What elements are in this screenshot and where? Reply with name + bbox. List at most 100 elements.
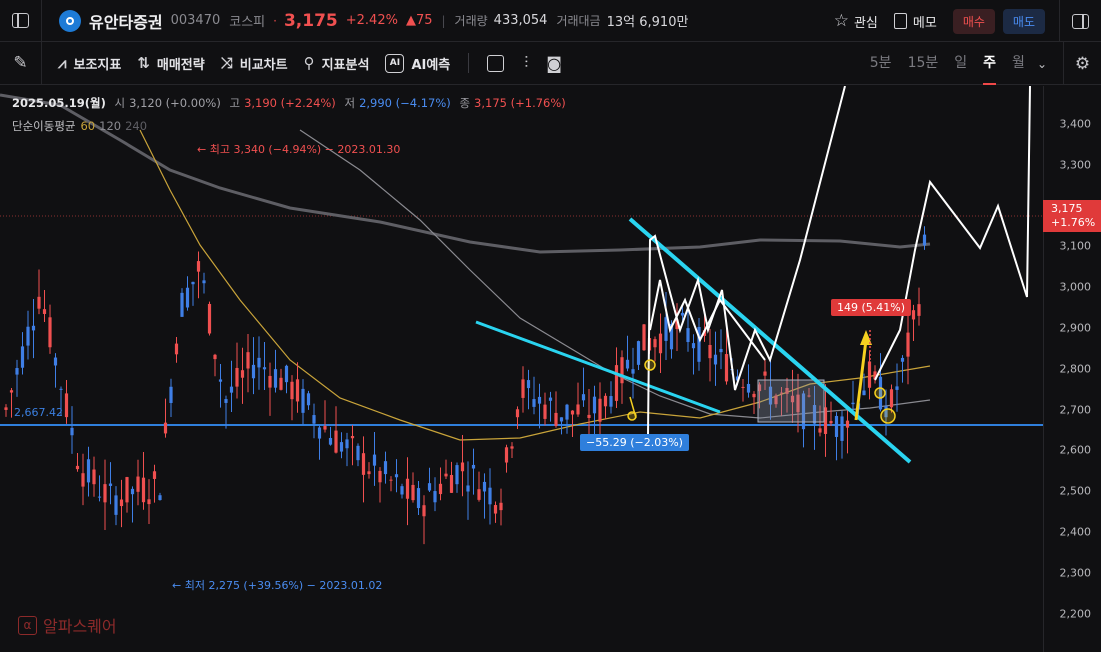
candle-body (229, 386, 234, 393)
candle-body (383, 461, 388, 475)
indicator-button[interactable]: ⩘ 보조지표 (58, 54, 121, 73)
ai-predict-button[interactable]: AI AI예측 (385, 53, 450, 73)
all-time-low-label: ← 최저 2,275 (+39.56%) − 2023.01.02 (172, 579, 383, 592)
low-label: 저 (344, 96, 356, 110)
chevron-down-icon[interactable]: ⌄ (1037, 57, 1047, 71)
candle-body (851, 402, 855, 405)
camera-icon[interactable]: ◙ (546, 54, 562, 73)
candle-body (350, 435, 355, 439)
candle-body (515, 409, 520, 418)
candle-body (389, 479, 393, 481)
candle-body (191, 281, 195, 285)
marker-circle (880, 408, 896, 424)
drawing-tool-button[interactable]: ✎ (0, 41, 42, 85)
candle-body (477, 489, 481, 500)
change-amount: ▲75 (405, 13, 433, 28)
candle-body (108, 483, 113, 486)
ma-legend[interactable]: 단순이동평균 60 120 240 (12, 118, 147, 134)
indicator-label: 보조지표 (73, 57, 122, 73)
watchlist-label: 관심 (853, 15, 878, 31)
strategy-button[interactable]: ⇅ 매매전략 (137, 54, 204, 73)
high-label: 고 (229, 96, 241, 110)
market-label: 코스피 (229, 15, 266, 30)
tab-15min[interactable]: 15분 (908, 42, 939, 85)
candle-body (273, 369, 278, 388)
tab-day[interactable]: 일 (954, 42, 967, 85)
settings-button[interactable]: ⚙ (1063, 42, 1101, 85)
candle-body (42, 309, 47, 314)
candle-body (53, 357, 58, 366)
candle-body (268, 375, 272, 388)
candle-body (867, 361, 872, 388)
candle-body (642, 324, 646, 351)
candle-body (543, 404, 547, 419)
candle-body (686, 328, 690, 343)
candle-body (840, 416, 844, 441)
open-label: 시 (114, 96, 126, 110)
candle-body (565, 404, 569, 420)
close-value: 3,175 (+1.76%) (474, 96, 566, 110)
candle-body (433, 491, 437, 503)
candle-body (724, 354, 729, 382)
candle-body (196, 261, 201, 272)
candle-body (185, 287, 190, 308)
memo-button[interactable]: 메모 (893, 12, 937, 31)
stock-name[interactable]: 유안타증권 (89, 9, 163, 33)
price-chart[interactable] (0, 86, 1101, 652)
legend-date: 2025.05.19(월) (12, 96, 106, 110)
left-panel-toggle[interactable] (0, 0, 42, 42)
candle-body (235, 367, 239, 387)
candle-body (504, 447, 509, 463)
amount-label: 거래대금 (556, 14, 601, 28)
alpha-logo-icon: α (18, 615, 37, 635)
buy-button[interactable]: 매수 (952, 8, 995, 34)
tab-week[interactable]: 주 (983, 42, 997, 85)
candle-body (334, 430, 338, 453)
candle-body (31, 325, 36, 331)
candle-body (372, 454, 377, 466)
candle-body (284, 365, 289, 383)
candle-body (576, 404, 580, 415)
candle-body (900, 357, 905, 362)
candle-body (559, 417, 564, 422)
right-panel-toggle[interactable] (1059, 0, 1101, 42)
memo-label: 메모 (912, 15, 937, 31)
candle-body (680, 312, 685, 316)
candle-body (581, 394, 586, 401)
candle-body (466, 485, 470, 492)
tab-month[interactable]: 월 (1012, 42, 1025, 85)
watchlist-button[interactable]: ☆ 관심 (834, 11, 878, 31)
candle-body (532, 399, 536, 407)
chart-canvas[interactable] (0, 86, 1043, 652)
tab-5min[interactable]: 5분 (870, 42, 892, 85)
sidebar-left-icon (12, 13, 29, 28)
candle-body (97, 496, 102, 498)
candle-body (763, 371, 767, 376)
candlestick-icon[interactable]: ⫶ (524, 53, 528, 73)
candle-body (312, 415, 316, 424)
candle-body (64, 393, 69, 418)
candle-body (719, 348, 723, 353)
candle-body (356, 445, 360, 461)
candle-body (427, 483, 432, 491)
sell-button[interactable]: 매도 (1002, 8, 1045, 34)
analysis-button[interactable]: ⚲ 지표분석 (304, 54, 370, 73)
layout-square-icon[interactable] (487, 54, 505, 72)
candle-body (207, 303, 212, 334)
candle-body (26, 326, 30, 346)
candle-body (218, 379, 223, 382)
candle-body (548, 397, 553, 401)
candle-body (614, 365, 619, 401)
candle-body (499, 502, 503, 511)
candle-body (521, 379, 525, 398)
price-axis[interactable]: 3,4003,3003,2003,1003,0002,9002,8002,700… (1043, 86, 1101, 652)
candle-body (317, 427, 322, 439)
chart-toolbar: ✎ ⩘ 보조지표 ⇅ 매매전략 ⤨ 비교차트 ⚲ 지표분석 AI AI예측 ⫶ … (0, 41, 1101, 85)
candle-body (257, 357, 261, 368)
last-price-tag: 3,175 +1.76% (1043, 200, 1101, 232)
axis-tick-label: 2,700 (1059, 403, 1092, 417)
candle-body (213, 354, 217, 360)
compare-button[interactable]: ⤨ 비교차트 (221, 54, 288, 73)
company-logo-icon (59, 9, 81, 32)
candle-body (279, 377, 283, 390)
